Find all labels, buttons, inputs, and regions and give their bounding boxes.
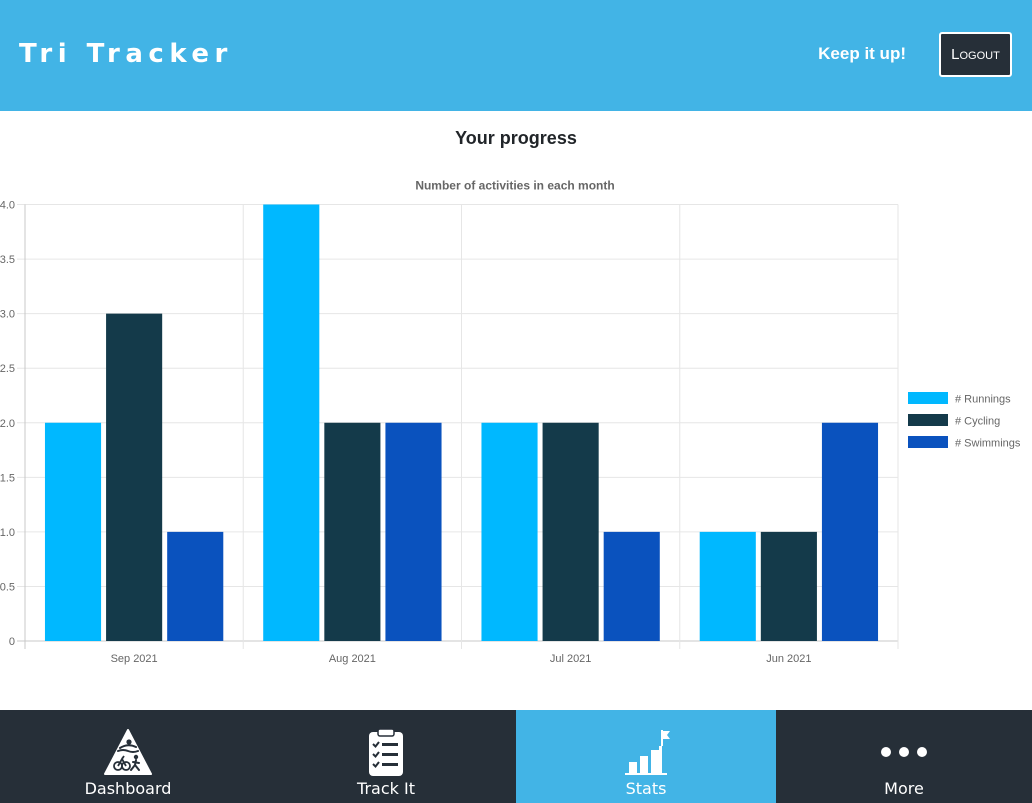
y-tick-label: 2.0 [0, 418, 15, 430]
y-tick-label: 0 [9, 636, 15, 648]
legend-swatch[interactable] [908, 436, 948, 448]
y-tick-label: 2.5 [0, 363, 15, 375]
legend-label[interactable]: # Runnings [955, 394, 1011, 406]
activity-bar-chart: Number of activities in each month 0 0.5 1… [0, 179, 1021, 666]
nav-item-more[interactable]: More [776, 710, 1032, 803]
legend-swatch[interactable] [908, 392, 948, 404]
bar-runnings-0[interactable] [44, 422, 102, 641]
logout-button[interactable]: Logout [939, 32, 1012, 77]
y-tick-label: 1.5 [0, 472, 15, 484]
y-tick-label: 0.5 [0, 581, 15, 593]
chart-legend[interactable]: # Runnings # Cycling # Swimmings [908, 392, 1021, 450]
bar-cycling-0[interactable] [106, 313, 163, 641]
bar-swimmings-2[interactable] [603, 531, 660, 641]
app-header: Tri Tracker Keep it up! Logout [0, 0, 1032, 111]
motto-text: Keep it up! [818, 44, 906, 63]
legend-label[interactable]: # Cycling [955, 416, 1000, 428]
bar-cycling-2[interactable] [542, 422, 599, 641]
more-dots-icon [879, 728, 929, 776]
y-tick-label: 1.0 [0, 527, 15, 539]
bar-swimmings-3[interactable] [821, 422, 879, 641]
clipboard-checklist-icon [361, 728, 411, 776]
nav-item-stats[interactable]: Stats [516, 710, 776, 803]
bar-runnings-1[interactable] [263, 204, 320, 642]
bar-cycling-3[interactable] [760, 531, 817, 641]
x-tick-label: Sep 2021 [111, 653, 158, 665]
bar-runnings-3[interactable] [699, 531, 756, 641]
triathlon-icon [103, 728, 153, 776]
bar-runnings-2[interactable] [481, 422, 538, 641]
legend-swatch[interactable] [908, 414, 948, 426]
nav-item-track-it[interactable]: Track It [256, 710, 516, 803]
y-tick-label: 3.5 [0, 254, 15, 266]
y-axis-ticks: 0 0.5 1.0 1.5 2.0 2.5 3.0 3.5 4.0 [0, 200, 15, 649]
x-tick-label: Jul 2021 [550, 653, 592, 665]
x-tick-label: Aug 2021 [329, 653, 376, 665]
app-title: Tri Tracker [19, 39, 233, 69]
y-tick-label: 3.0 [0, 309, 15, 321]
page-title: Your progress [455, 128, 577, 148]
bottom-nav: Dashboard Track It Stats More [0, 710, 1032, 803]
stats-flag-icon [621, 728, 671, 776]
nav-label-stats: Stats [625, 779, 667, 798]
nav-item-dashboard[interactable]: Dashboard [0, 710, 256, 803]
bar-cycling-1[interactable] [324, 422, 381, 641]
nav-label-dashboard: Dashboard [84, 779, 172, 798]
legend-label[interactable]: # Swimmings [955, 438, 1021, 450]
x-tick-label: Jun 2021 [766, 653, 811, 665]
bar-swimmings-0[interactable] [167, 531, 224, 641]
nav-label-more: More [884, 779, 924, 798]
x-axis-ticks: Sep 2021 Aug 2021 Jul 2021 Jun 2021 [111, 653, 812, 665]
chart-title: Number of activities in each month [415, 179, 614, 193]
y-tick-label: 4.0 [0, 200, 15, 212]
nav-label-track-it: Track It [357, 779, 415, 798]
bar-swimmings-1[interactable] [385, 422, 442, 641]
